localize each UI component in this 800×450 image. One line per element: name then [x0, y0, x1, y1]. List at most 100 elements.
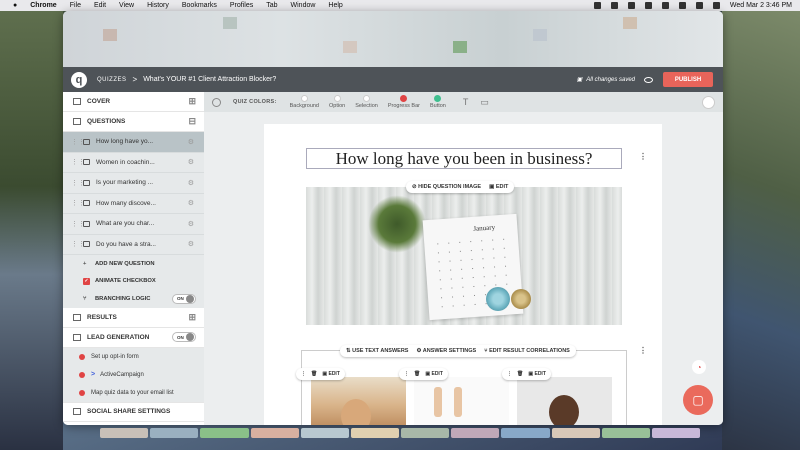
drag-handle-icon[interactable]: ⋮⋮ [71, 158, 85, 166]
answer-image[interactable] [517, 377, 612, 425]
edit-answer-button[interactable]: ▣ EDIT [528, 371, 546, 377]
gear-icon[interactable]: ⚙ [188, 240, 194, 248]
dock-item[interactable] [401, 428, 450, 438]
breadcrumb-quizzes[interactable]: QUIZZES [97, 77, 127, 83]
question-item[interactable]: ⋮⋮ What are you char... ⚙ [63, 214, 204, 235]
branching-logic-row[interactable]: ⑂ BRANCHING LOGIC ON [63, 290, 204, 308]
integration-icon[interactable]: ◔ [692, 360, 706, 374]
answer-image[interactable] [414, 377, 509, 425]
tray-icon[interactable] [627, 2, 635, 9]
sidebar-questions[interactable]: QUESTIONS ⊟ [63, 112, 204, 132]
menu-history[interactable]: History [147, 2, 169, 9]
animate-checkbox-row[interactable]: ✓ ANIMATE CHECKBOX [63, 272, 204, 290]
drag-handle-icon[interactable]: ⋮⋮ [71, 220, 85, 228]
gear-icon[interactable]: ⚙ [188, 158, 194, 166]
dock-item[interactable] [100, 428, 149, 438]
dock-item[interactable] [501, 428, 550, 438]
question-title[interactable]: How long have you been in business? [306, 148, 622, 169]
app-logo[interactable]: q [71, 71, 87, 88]
menu-bookmarks[interactable]: Bookmarks [182, 2, 217, 9]
lead-item-optin[interactable]: Set up opt-in form [63, 347, 204, 366]
menu-app-name[interactable]: Chrome [30, 2, 56, 9]
swatch-background[interactable]: Background [290, 95, 319, 109]
menu-edit[interactable]: Edit [94, 2, 106, 9]
dock-item[interactable] [601, 428, 650, 438]
collapse-icon[interactable]: ⊟ [188, 116, 196, 127]
trash-icon[interactable]: 🗑 [311, 371, 317, 377]
help-icon[interactable] [702, 95, 715, 109]
swatch-progress-bar[interactable]: Progress Bar [388, 95, 420, 109]
answer-settings-button[interactable]: ⚙ ANSWER SETTINGS [416, 348, 476, 354]
edit-answer-button[interactable]: ▣ EDIT [322, 371, 340, 377]
hide-image-button[interactable]: ⊘ HIDE QUESTION IMAGE [412, 184, 481, 190]
add-icon[interactable]: ⊞ [188, 96, 196, 107]
clock[interactable]: Wed Mar 2 3:46 PM [730, 2, 792, 9]
checkbox-icon[interactable]: ✓ [83, 277, 90, 285]
swatch-option[interactable]: Option [329, 95, 345, 109]
add-question-button[interactable]: + ADD NEW QUESTION [63, 255, 204, 273]
apple-icon[interactable]: ● [13, 2, 17, 9]
tray-icon[interactable] [661, 2, 669, 9]
dock-item[interactable] [300, 428, 349, 438]
image-icon[interactable]: ▭ [480, 97, 489, 108]
drag-handle-icon[interactable]: ⋮⋮ [71, 240, 85, 248]
trash-icon[interactable]: 🗑 [517, 371, 523, 377]
question-item[interactable]: ⋮⋮ How long have yo... ⚙ [63, 132, 204, 153]
edit-image-button[interactable]: ▣ EDIT [489, 184, 508, 190]
lead-item-map[interactable]: Map quiz data to your email list [63, 383, 204, 402]
more-options-icon[interactable]: ⋮ [639, 152, 647, 161]
question-item[interactable]: ⋮⋮ Do you have a stra... ⚙ [63, 234, 204, 255]
dock-item[interactable] [651, 428, 701, 438]
drag-handle-icon[interactable]: ⋮⋮ [71, 199, 85, 207]
tray-icon[interactable] [593, 2, 601, 9]
question-item[interactable]: ⋮⋮ Women in coachin... ⚙ [63, 152, 204, 173]
menu-view[interactable]: View [119, 2, 134, 9]
gear-icon[interactable]: ⚙ [188, 199, 194, 207]
search-icon[interactable] [712, 2, 720, 9]
lead-toggle[interactable]: ON [172, 332, 196, 342]
dock-item[interactable] [451, 428, 500, 438]
text-icon[interactable]: T [463, 97, 469, 107]
gear-icon[interactable]: ⚙ [188, 220, 194, 228]
drag-handle-icon[interactable]: ⋮ [507, 371, 512, 377]
menu-tab[interactable]: Tab [266, 2, 277, 9]
dock-item[interactable] [350, 428, 400, 438]
publish-button[interactable]: PUBLISH [663, 72, 713, 87]
sidebar-social-share[interactable]: SOCIAL SHARE SETTINGS [63, 401, 204, 422]
tray-icon[interactable] [678, 2, 686, 9]
add-icon[interactable]: ⊞ [188, 312, 196, 323]
preview-eye-icon[interactable] [644, 76, 653, 83]
wifi-icon[interactable] [695, 2, 703, 9]
menu-window[interactable]: Window [291, 2, 316, 9]
tray-icon[interactable] [644, 2, 652, 9]
tray-icon[interactable] [610, 2, 618, 9]
dock-item[interactable] [150, 428, 199, 438]
sidebar-results[interactable]: RESULTS ⊞ [63, 308, 204, 328]
menu-file[interactable]: File [70, 2, 81, 9]
question-item[interactable]: ⋮⋮ Is your marketing ... ⚙ [63, 173, 204, 194]
question-item[interactable]: ⋮⋮ How many discove... ⚙ [63, 193, 204, 214]
gear-icon[interactable]: ⚙ [188, 179, 194, 187]
dock-item[interactable] [551, 428, 600, 438]
drag-handle-icon[interactable]: ⋮⋮ [71, 138, 85, 146]
trash-icon[interactable]: 🗑 [414, 371, 420, 377]
more-options-icon[interactable]: ⋮ [639, 346, 647, 355]
edit-answer-button[interactable]: ▣ EDIT [425, 371, 443, 377]
gear-icon[interactable]: ⚙ [188, 138, 194, 146]
edit-correlations-button[interactable]: ⑂ EDIT RESULT CORRELATIONS [484, 348, 570, 354]
swatch-selection[interactable]: Selection [355, 95, 378, 109]
drag-handle-icon[interactable]: ⋮⋮ [71, 179, 85, 187]
swatch-button[interactable]: Button [430, 95, 446, 109]
quiz-title[interactable]: What's YOUR #1 Client Attraction Blocker… [143, 76, 276, 83]
sidebar-cover[interactable]: COVER ⊞ [63, 92, 204, 112]
use-text-answers-button[interactable]: ⇅ USE TEXT ANSWERS [346, 348, 408, 354]
drag-handle-icon[interactable]: ⋮ [301, 371, 306, 377]
menu-profiles[interactable]: Profiles [230, 2, 253, 9]
menu-help[interactable]: Help [328, 2, 342, 9]
sidebar-lead-generation[interactable]: LEAD GENERATION ON [63, 328, 204, 348]
chat-icon[interactable]: ▢ [683, 385, 713, 415]
branching-toggle[interactable]: ON [172, 293, 196, 304]
answer-image[interactable] [311, 377, 406, 425]
lead-item-activecampaign[interactable]: > ActiveCampaign [63, 365, 204, 384]
drag-handle-icon[interactable]: ⋮ [404, 371, 409, 377]
